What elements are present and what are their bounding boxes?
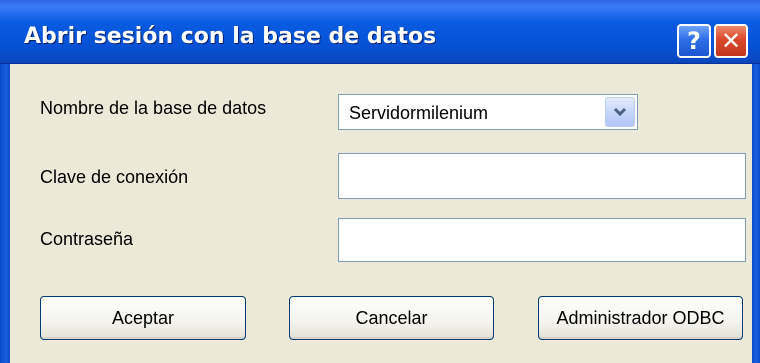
help-icon: ? bbox=[687, 27, 701, 55]
database-name-label: Nombre de la base de datos bbox=[40, 98, 267, 118]
login-dialog: Abrir sesión con la base de datos ? ✕ No… bbox=[0, 0, 760, 363]
cancel-button[interactable]: Cancelar bbox=[289, 296, 494, 340]
close-button[interactable]: ✕ bbox=[714, 24, 748, 58]
window-title: Abrir sesión con la base de datos bbox=[24, 24, 437, 49]
window-frame-left bbox=[0, 64, 10, 363]
help-button[interactable]: ? bbox=[677, 24, 711, 58]
accept-button[interactable]: Aceptar bbox=[40, 296, 246, 340]
connection-key-label: Clave de conexión bbox=[40, 167, 189, 187]
chevron-down-icon bbox=[613, 104, 627, 120]
connection-key-field[interactable] bbox=[338, 153, 746, 199]
odbc-administrator-button[interactable]: Administrador ODBC bbox=[538, 296, 743, 340]
password-label: Contraseña bbox=[40, 229, 134, 249]
password-field[interactable] bbox=[338, 218, 746, 262]
close-icon: ✕ bbox=[720, 27, 742, 55]
window-frame-right bbox=[752, 64, 760, 363]
database-name-select[interactable]: Servidormilenium bbox=[338, 94, 638, 130]
title-bar[interactable]: Abrir sesión con la base de datos ? ✕ bbox=[0, 0, 760, 64]
database-name-value: Servidormilenium bbox=[349, 103, 489, 123]
dropdown-button[interactable] bbox=[605, 97, 635, 127]
